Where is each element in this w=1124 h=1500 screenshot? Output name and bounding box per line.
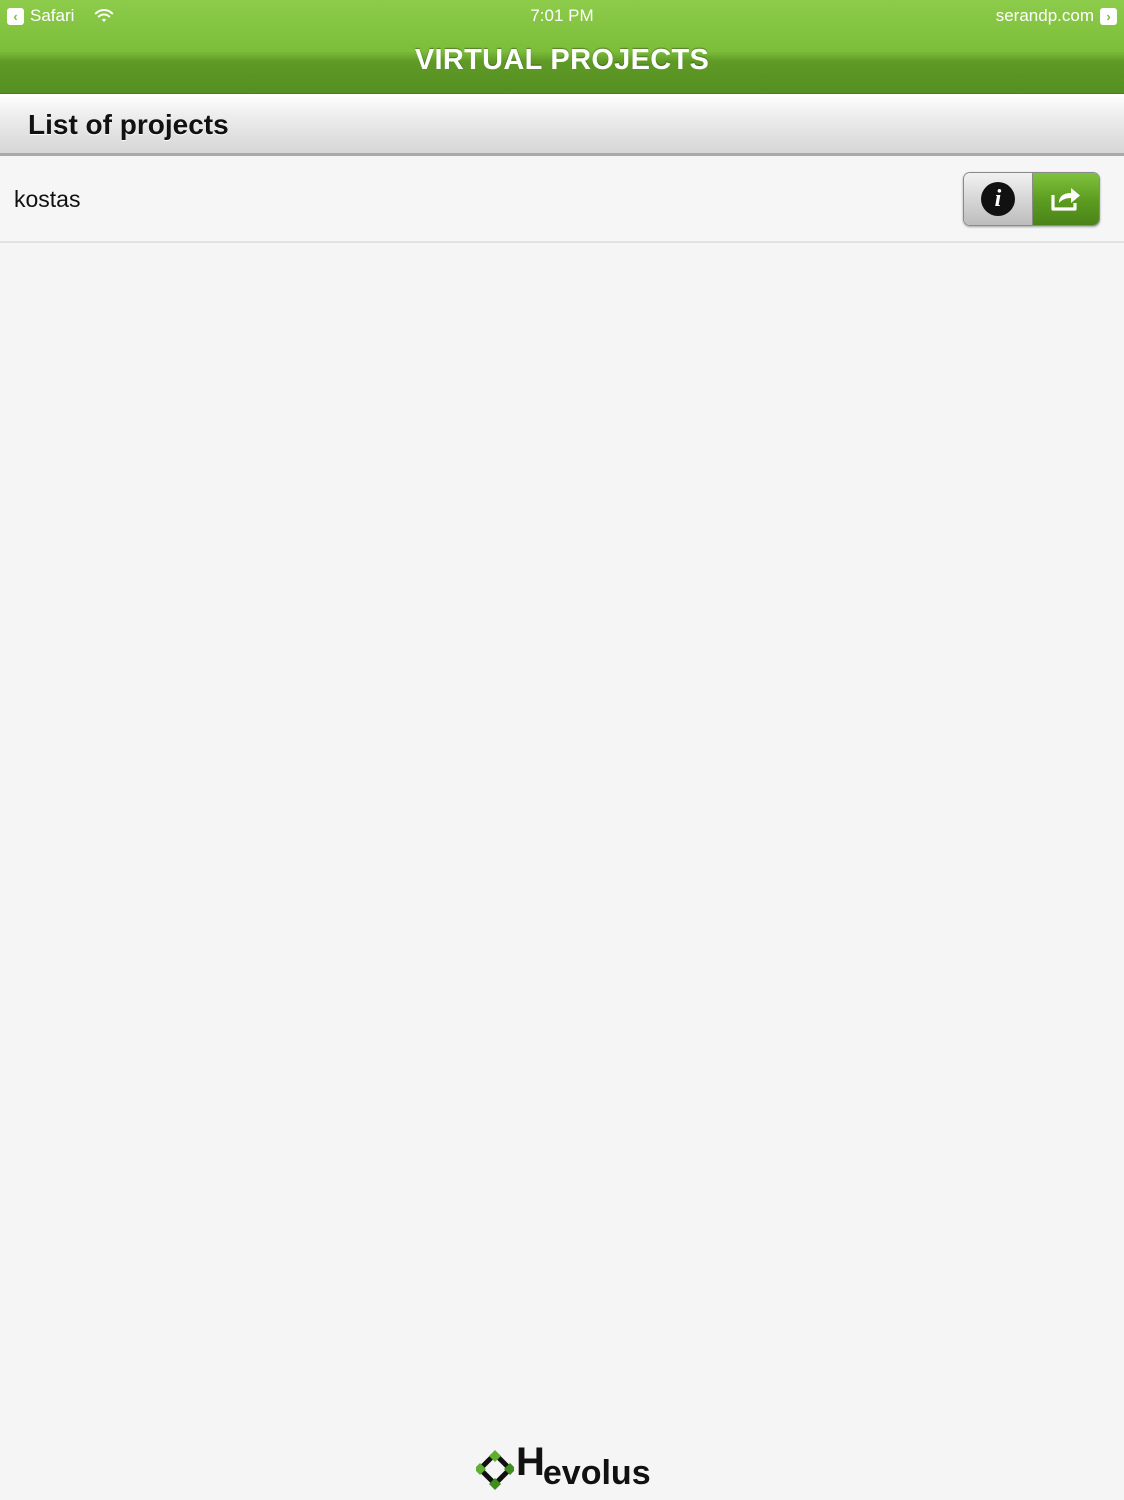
info-button[interactable]: i [964, 173, 1033, 225]
logo-text-h: H [516, 1440, 545, 1484]
logo-text: evolus [542, 1454, 651, 1492]
app-header: ‹ Safari 7:01 PM serandp.com › VIRTUAL P… [0, 0, 1124, 94]
project-actions: i [963, 172, 1100, 226]
section-title: List of projects [28, 109, 229, 140]
share-button[interactable] [1033, 173, 1099, 225]
info-icon: i [981, 182, 1015, 216]
share-icon [1051, 188, 1080, 211]
status-domain-link[interactable]: serandp.com › [996, 6, 1117, 26]
status-time: 7:01 PM [530, 6, 594, 25]
status-bar: ‹ Safari 7:01 PM serandp.com › [0, 0, 1124, 30]
hevolus-logo-icon [476, 1450, 514, 1490]
forward-chevron-icon: › [1100, 7, 1117, 25]
status-domain: serandp.com [995, 6, 1094, 25]
list-item[interactable]: kostas i [0, 156, 1124, 243]
page-title: VIRTUAL PROJECTS [414, 44, 710, 76]
footer-logo: H evolus [476, 1436, 651, 1490]
section-header: List of projects [0, 94, 1124, 156]
project-name: kostas [14, 186, 81, 212]
